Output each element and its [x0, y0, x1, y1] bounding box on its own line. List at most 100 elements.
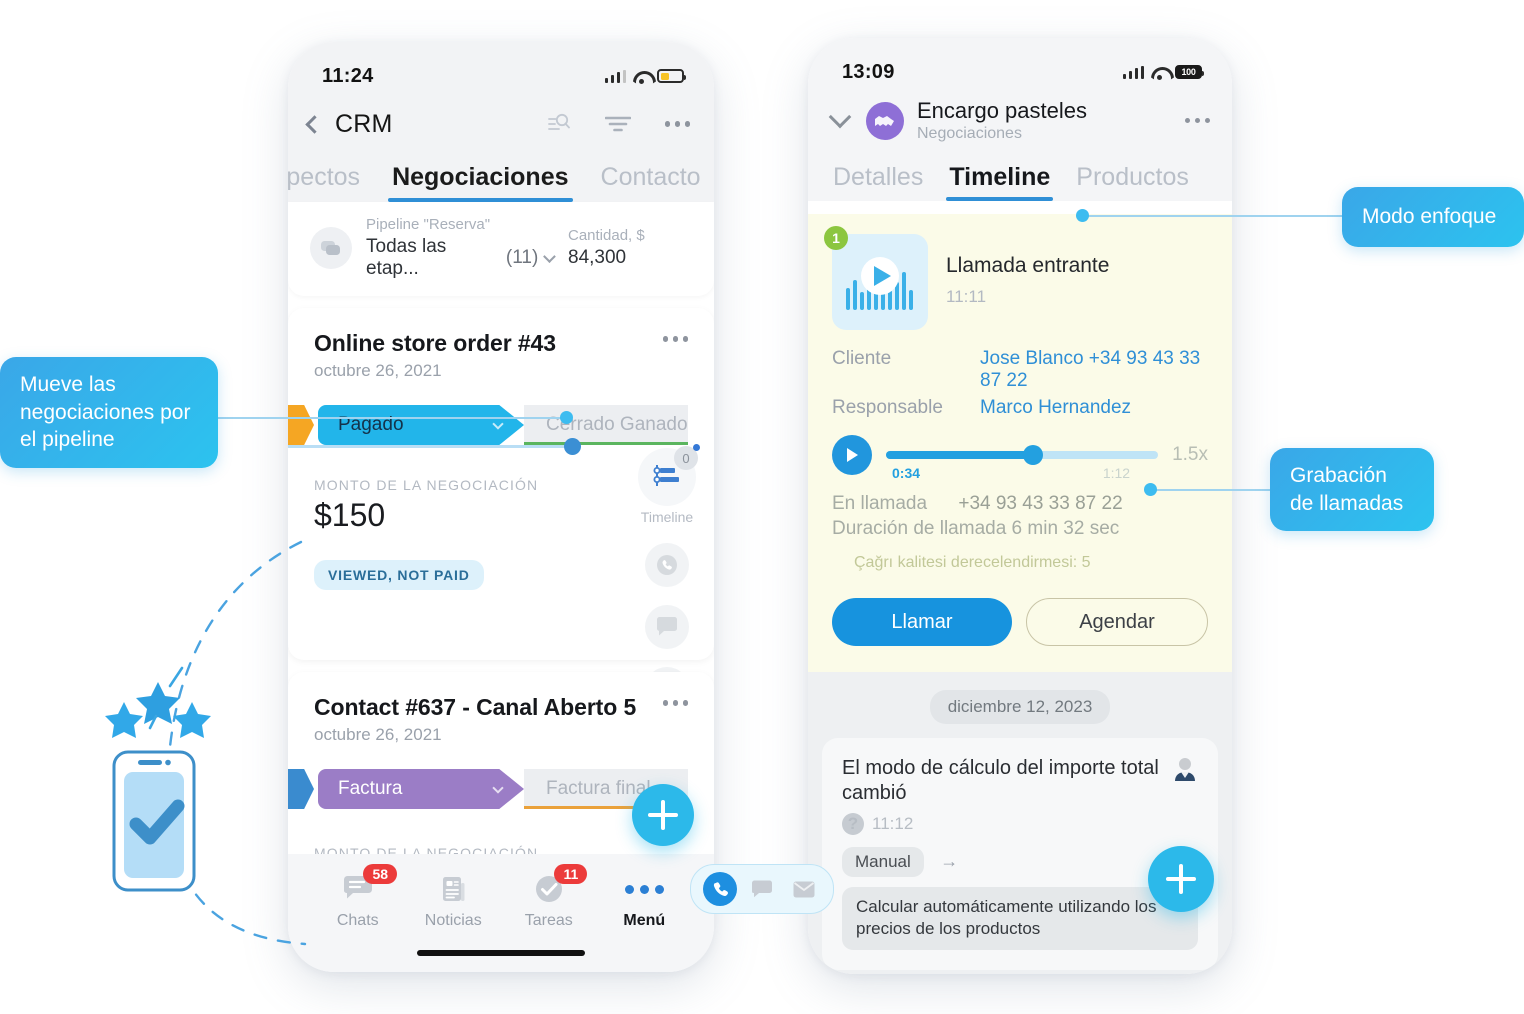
bottom-nav-menu[interactable]: Menú: [597, 870, 693, 930]
call-time: 11:11: [946, 287, 987, 306]
nav-bar: Encargo pasteles Negociaciones: [808, 92, 1232, 153]
more-icon[interactable]: [1184, 117, 1210, 124]
pipeline-icon: [310, 227, 352, 269]
call-button[interactable]: Llamar: [832, 598, 1012, 646]
question-icon: ?: [842, 813, 864, 835]
chat-icon[interactable]: [745, 872, 779, 906]
audio-wave-play-icon[interactable]: 1: [824, 226, 928, 330]
battery-icon: 100: [1175, 65, 1204, 79]
event-change-from: Manual →: [842, 847, 1198, 877]
tab-negociaciones[interactable]: Negociaciones: [376, 163, 584, 202]
bottom-nav-label: Menú: [623, 912, 666, 929]
call-row-cliente: Cliente Jose Blanco +34 93 43 33 87 22: [832, 348, 1208, 392]
status-indicators: [604, 69, 686, 84]
tab-productos[interactable]: Productos: [1063, 163, 1202, 201]
filter-icon[interactable]: [604, 115, 631, 133]
tab-bar: ospectos Negociaciones Contacto: [288, 152, 714, 202]
deal-more-icon[interactable]: [662, 336, 688, 342]
track-handle[interactable]: [1022, 445, 1043, 465]
progress-handle[interactable]: [564, 438, 581, 455]
nav-actions: [547, 112, 690, 136]
quick-action-bar: [690, 864, 834, 914]
call-row-responsable: Responsable Marco Hernandez: [832, 397, 1208, 419]
user-avatar-icon: [1172, 756, 1198, 787]
phone-check-stars-illustration: [105, 666, 211, 892]
stage-current-pagado[interactable]: Pagado: [318, 405, 524, 445]
call-title: Llamada entrante: [946, 254, 1110, 277]
callout-call-recording: Grabación de llamadas: [1270, 448, 1434, 532]
playback-speed[interactable]: 1.5x: [1172, 444, 1208, 466]
call-status-row: En llamada +34 93 43 33 87 22: [832, 493, 1208, 515]
timeline-call-card[interactable]: 1 Llamada entrante 11:11 Cliente Jose Bl…: [808, 214, 1232, 672]
pipeline-selector[interactable]: Pipeline "Reserva" Todas las etap... (11…: [366, 216, 556, 280]
add-button[interactable]: [632, 784, 694, 846]
wifi-icon: [633, 70, 650, 84]
callout-connector-left: [216, 417, 568, 419]
screenshot-canvas: 11:24 CRM pectos Negociaciones Contacto …: [0, 0, 1524, 1014]
audio-total-time: 1:12: [1102, 465, 1131, 481]
timeline-button[interactable]: 0: [638, 444, 700, 506]
row-value[interactable]: Marco Hernandez: [980, 397, 1131, 419]
deal-title: Encargo pasteles: [917, 98, 1087, 123]
schedule-button[interactable]: Agendar: [1026, 598, 1208, 646]
tab-timeline[interactable]: Timeline: [936, 163, 1063, 201]
stage-next-label: Factura final: [546, 778, 651, 799]
stage-next-cerrado-ganado[interactable]: Cerrado Ganado: [524, 405, 688, 445]
search-list-icon[interactable]: [547, 112, 571, 136]
callout-anchor-focus: [1076, 209, 1089, 222]
call-duration: Duración de llamada 6 min 32 sec: [832, 518, 1120, 539]
add-button[interactable]: [1148, 846, 1214, 912]
phone2-screen: 13:09 100 Encargo pasteles Negociaciones…: [808, 38, 1232, 974]
audio-progress-track[interactable]: 0:34 1:12: [886, 445, 1159, 481]
pipeline-stage-value: Todas las etap...: [366, 236, 447, 279]
callout-connector-recording: [1150, 489, 1272, 491]
bottom-nav-tareas[interactable]: Tareas 11: [501, 864, 597, 930]
timeline-date-divider: diciembre 12, 2023: [929, 690, 1111, 724]
row-key: Responsable: [832, 397, 943, 418]
tab-contactos[interactable]: Contacto: [585, 163, 714, 202]
play-icon[interactable]: [832, 435, 872, 475]
pipeline-amount-label: Cantidad, $: [568, 227, 645, 244]
phone-icon[interactable]: [703, 872, 737, 906]
tab-prospectos[interactable]: ospectos: [288, 163, 376, 202]
stage-previous[interactable]: [288, 405, 314, 445]
chevron-left-icon[interactable]: [305, 114, 324, 134]
pipeline-label: Pipeline "Reserva": [366, 216, 491, 233]
event-header: El modo de cálculo del importe total cam…: [842, 756, 1198, 835]
deal-amount-label: MONTO DE LA NEGOCIACIÓN: [314, 477, 539, 493]
wifi-icon: [1151, 66, 1168, 80]
cellular-signal-icon: [1122, 65, 1144, 79]
pipeline-count: (11): [505, 247, 539, 268]
callout-anchor-recording: [1144, 483, 1157, 496]
pipeline-summary[interactable]: Pipeline "Reserva" Todas las etap... (11…: [288, 202, 714, 296]
deal-title: Online store order #43: [314, 330, 556, 356]
call-quality-rating: Çağrı kalitesi derecelendirmesi: 5: [854, 554, 1091, 571]
event-time: 11:12: [872, 814, 914, 833]
nav-bar: CRM: [288, 96, 714, 152]
deal-stage-selector[interactable]: Pagado Cerrado Ganado: [288, 403, 688, 447]
chevron-down-icon[interactable]: [492, 781, 504, 794]
chevron-down-icon[interactable]: [543, 249, 556, 263]
event-time-row: ? 11:12: [842, 813, 1162, 835]
tab-detalles[interactable]: Detalles: [820, 163, 936, 201]
phone-icon[interactable]: [645, 543, 689, 587]
handshake-icon: [866, 101, 904, 140]
cellular-signal-icon: [604, 69, 626, 83]
callout-focus-mode: Modo enfoque: [1342, 187, 1524, 247]
page-title: CRM: [335, 109, 393, 138]
call-card-top: 1 Llamada entrante 11:11: [824, 226, 1208, 330]
audio-player[interactable]: 0:34 1:12 1.5x: [832, 435, 1208, 481]
status-bar: 13:09 100: [808, 38, 1232, 92]
battery-percent: 100: [1181, 67, 1196, 77]
deal-more-icon[interactable]: [662, 700, 688, 706]
more-icon[interactable]: [664, 121, 690, 127]
chevron-down-icon[interactable]: [828, 105, 852, 128]
mail-icon[interactable]: [787, 872, 821, 906]
tab-bar: Detalles Timeline Productos: [808, 153, 1232, 201]
chat-icon[interactable]: [645, 605, 689, 649]
arrow-right-icon: →: [940, 851, 959, 871]
row-value[interactable]: Jose Blanco +34 93 43 33 87 22: [980, 348, 1208, 392]
badge-count: 11: [554, 864, 588, 884]
deal-header: Online store order #43 octubre 26, 2021: [314, 330, 688, 381]
chevron-down-icon[interactable]: [492, 417, 504, 430]
